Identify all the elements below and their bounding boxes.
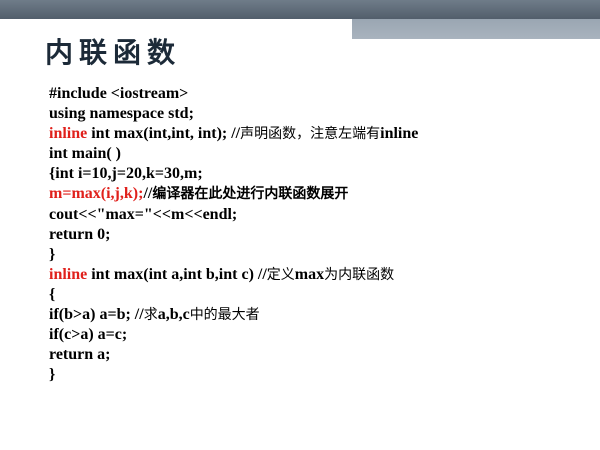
comment-text: 为内联函数 [324, 266, 395, 283]
code-line-def: inline int max(int a,int b,int c) //定义ma… [49, 265, 589, 285]
slide-title: 内联函数 [45, 36, 182, 69]
code-text: } [49, 245, 56, 263]
code-line-if2: if(c>a) a=c; [49, 325, 589, 345]
comment-text: 求 [143, 307, 158, 324]
comment-text: 声明函数，注意左端有 [240, 126, 381, 143]
keyword-text: inline [49, 265, 88, 283]
code-text: return 0; [49, 225, 111, 243]
code-line-open2: { [49, 285, 589, 305]
code-text: return a; [49, 346, 111, 364]
code-line-reta: return a; [49, 345, 589, 365]
code-text: cout<<"max="<<m<<endl; [49, 205, 238, 223]
code-line-vars: {int i=10,j=20,k=30,m; [49, 164, 589, 184]
code-text: if(b>a) a=b; // [49, 306, 144, 324]
comment-text: 编译器在此处进行内联函数展开 [152, 186, 349, 203]
code-text: // [143, 185, 153, 203]
code-text: int main( ) [49, 145, 121, 163]
code-text: a,b,c [157, 306, 190, 324]
code-line-cout: cout<<"max="<<m<<endl; [49, 205, 589, 225]
code-text: int max(int,int, int); // [87, 125, 241, 143]
code-line-decl: inline int max(int,int, int); //声明函数，注意左… [49, 124, 589, 144]
code-line-call: m=max(i,j,k);//编译器在此处进行内联函数展开 [49, 184, 589, 204]
code-text: {int i=10,j=20,k=30,m; [49, 165, 203, 183]
code-text: using namespace std; [49, 105, 194, 123]
code-text: if(c>a) a=c; [49, 326, 128, 344]
keyword-text: inline [49, 125, 88, 143]
code-line-main: int main( ) [49, 144, 589, 164]
code-text: inline [380, 125, 419, 143]
code-text: #include <iostream> [49, 85, 189, 102]
code-line-ret0: return 0; [49, 225, 589, 245]
code-line-using: using namespace std; [49, 104, 589, 124]
code-text: max [294, 265, 325, 283]
comment-text: 定义 [266, 266, 295, 283]
code-text: } [49, 366, 56, 384]
comment-text: 中的最大者 [189, 307, 260, 324]
top-banner-accent [352, 19, 600, 39]
code-block: #include <iostream> using namespace std; i… [49, 84, 589, 385]
code-line-include: #include <iostream> [49, 84, 589, 104]
code-line-close1: } [49, 245, 589, 265]
keyword-text: m=max(i,j,k); [49, 185, 144, 203]
code-line-close2: } [49, 365, 589, 385]
code-text: int max(int a,int b,int c) // [87, 265, 267, 283]
code-text: { [49, 285, 56, 303]
top-banner [0, 0, 600, 19]
code-line-if1: if(b>a) a=b; //求a,b,c中的最大者 [49, 305, 589, 325]
